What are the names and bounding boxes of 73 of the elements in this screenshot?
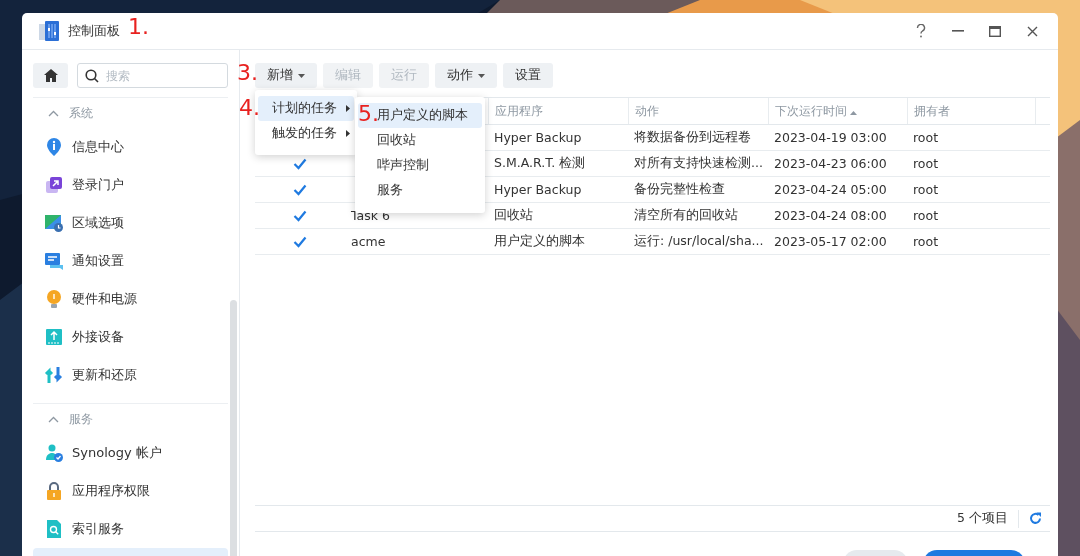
item-icon	[44, 327, 64, 347]
sidebar-item[interactable]: 外接设备	[33, 318, 228, 356]
home-icon	[43, 69, 58, 82]
sidebar-item[interactable]: Synology 帐户	[33, 434, 228, 472]
table-cell: 清空所有的回收站	[634, 207, 738, 222]
table-cell: 回收站	[494, 207, 533, 222]
item-icon	[44, 519, 64, 539]
table-cell: root	[913, 156, 939, 171]
close-icon	[1026, 25, 1038, 37]
menu-item[interactable]: 计划的任务	[258, 96, 354, 121]
checkbox[interactable]	[293, 208, 307, 223]
table-cell: root	[913, 208, 939, 223]
search-icon	[85, 69, 99, 83]
item-icon	[44, 251, 64, 271]
table-cell: 将数据备份到远程卷	[634, 129, 751, 144]
table-cell: 2023-04-24 05:00	[774, 182, 887, 197]
table-cell: root	[913, 234, 939, 249]
item-icon	[44, 443, 64, 463]
sidebar-item[interactable]: 硬件和电源	[33, 280, 228, 318]
toolbar-button[interactable]: 动作	[435, 63, 497, 88]
table-cell: 2023-04-24 08:00	[774, 208, 887, 223]
sidebar-item[interactable]: 信息中心	[33, 128, 228, 166]
table-cell: 运行: /usr/local/sha...	[634, 233, 764, 248]
search-field[interactable]: 搜索	[77, 63, 228, 88]
item-icon	[44, 481, 64, 501]
item-icon	[44, 365, 64, 385]
help-icon	[916, 24, 926, 38]
table-cell: 2023-05-17 02:00	[774, 234, 887, 249]
refresh-icon[interactable]	[1029, 512, 1042, 525]
table-cell: Hyper Backup	[494, 182, 582, 197]
item-icon	[44, 175, 64, 195]
table-cell: root	[913, 182, 939, 197]
sidebar-item[interactable]: 通知设置	[33, 242, 228, 280]
annotation-number: 3.	[237, 62, 258, 84]
control-panel-icon	[38, 20, 60, 42]
menu-item[interactable]: 哔声控制	[358, 153, 482, 178]
annotation-number: 4.	[239, 97, 260, 119]
section-header: 服务	[69, 411, 93, 427]
item-icon	[44, 213, 64, 233]
menu-item[interactable]: 触发的任务	[258, 121, 354, 146]
table-cell: 用户定义的脚本	[494, 233, 585, 248]
item-count: 5 个项目	[957, 510, 1008, 527]
table-cell: acme	[351, 234, 386, 249]
menu-item[interactable]: 回收站	[358, 128, 482, 153]
table-cell: root	[913, 130, 939, 145]
maximize-icon	[989, 25, 1001, 37]
collapse-icon[interactable]	[48, 109, 59, 117]
item-icon	[44, 289, 64, 309]
sidebar-item[interactable]: 区域选项	[33, 204, 228, 242]
sidebar-item[interactable]: 更新和还原	[33, 356, 228, 394]
checkbox[interactable]	[293, 156, 307, 171]
toolbar-button[interactable]: 设置	[503, 63, 553, 88]
item-icon	[44, 137, 64, 157]
table-cell: 对所有支持快速检测...	[634, 155, 763, 170]
toolbar-button[interactable]: 新增	[255, 63, 317, 88]
collapse-icon[interactable]	[48, 415, 59, 423]
scrollbar[interactable]	[230, 300, 237, 556]
checkbox[interactable]	[293, 234, 307, 249]
sidebar-item[interactable]: 索引服务	[33, 510, 228, 548]
minimize-icon	[952, 30, 964, 32]
table-cell: S.M.A.R.T. 检测	[494, 155, 586, 170]
sidebar-item[interactable]: 登录门户	[33, 166, 228, 204]
table-cell: 2023-04-19 03:00	[774, 130, 887, 145]
annotation-number: 1.	[128, 16, 149, 38]
sidebar-item[interactable]: 应用程序权限	[33, 472, 228, 510]
home-button[interactable]	[33, 63, 68, 88]
section-header: 系统	[69, 105, 93, 121]
table-cell: Hyper Backup	[494, 130, 582, 145]
table-cell: 2023-04-23 06:00	[774, 156, 887, 171]
checkbox[interactable]	[293, 182, 307, 197]
window-title: 控制面板	[68, 22, 120, 40]
menu-item[interactable]: 服务	[358, 178, 482, 203]
table-cell: 备份完整性检查	[634, 181, 725, 196]
